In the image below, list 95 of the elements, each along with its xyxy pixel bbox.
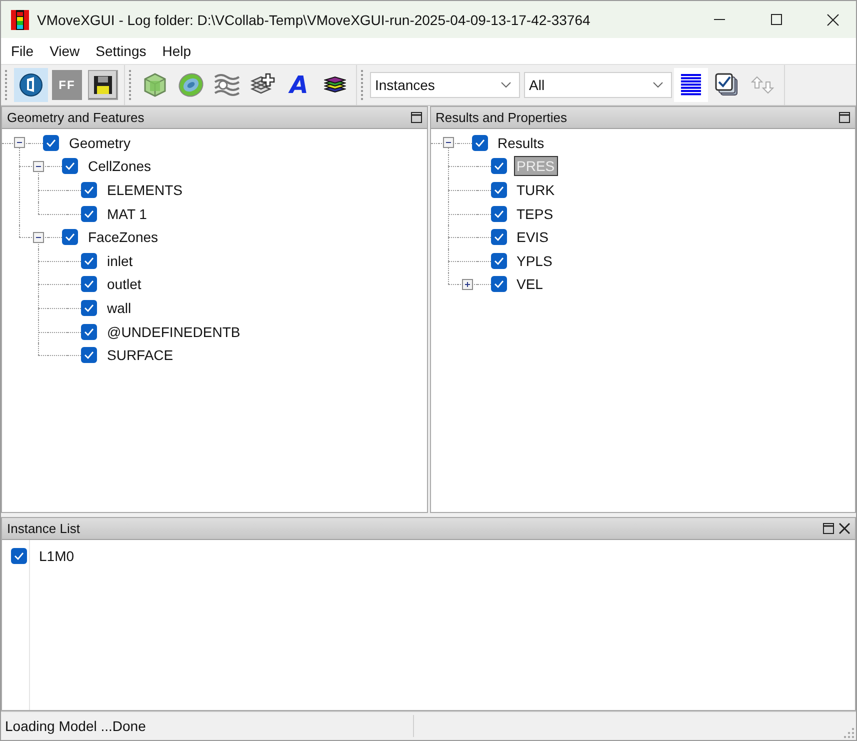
checkbox[interactable] — [490, 158, 506, 174]
dropdown[interactable]: Instances — [370, 72, 520, 98]
check-icon — [65, 233, 75, 242]
tree-item[interactable]: outlet — [104, 274, 144, 294]
tree-item[interactable]: EVIS — [514, 227, 552, 248]
window-title: VMoveXGUI - Log folder: D:\VCollab-Temp\VMoveXGUI-run-2025-04-09-13-17-42-33764 — [37, 12, 590, 28]
tree-item[interactable]: MAT 1 — [104, 204, 150, 224]
checkbox[interactable] — [81, 182, 97, 198]
check-icon — [84, 256, 94, 265]
dropdown[interactable]: All — [524, 72, 672, 98]
check-icon — [494, 233, 504, 242]
check-icon — [84, 304, 94, 312]
tree-item[interactable]: VEL — [514, 274, 546, 294]
restore-icon[interactable] — [839, 112, 850, 123]
check-icon — [65, 162, 75, 170]
lines-icon — [681, 74, 701, 96]
toolbar-button[interactable] — [14, 68, 48, 102]
toolbar-grip[interactable] — [129, 70, 132, 100]
checkbox[interactable] — [490, 206, 506, 222]
up-down-arrows-icon — [751, 76, 775, 94]
close-icon — [827, 14, 839, 26]
close-icon[interactable] — [839, 523, 850, 534]
app-icon — [11, 10, 29, 30]
expander-button[interactable] — [14, 137, 25, 148]
tree-item[interactable]: TEPS — [514, 204, 556, 224]
checkbox[interactable] — [11, 548, 27, 564]
panel-title: Results and Properties — [436, 110, 568, 125]
tree-item[interactable]: Geometry — [66, 132, 134, 153]
checkbox[interactable] — [81, 206, 97, 222]
checkbox[interactable] — [490, 252, 506, 269]
toolbar-button[interactable] — [674, 68, 708, 102]
tree-item[interactable]: inlet — [104, 250, 136, 271]
tree-item[interactable]: SURFACE — [104, 345, 176, 366]
restore-icon[interactable] — [410, 112, 422, 123]
checkbox[interactable] — [81, 347, 97, 364]
door-icon — [19, 73, 43, 97]
check-icon — [14, 552, 24, 560]
checkbox[interactable] — [472, 134, 488, 151]
checkbox[interactable] — [81, 276, 97, 292]
checkbox[interactable] — [490, 182, 506, 198]
resize-grip-icon[interactable] — [844, 728, 854, 738]
tree-item[interactable]: FaceZones — [85, 227, 162, 248]
check-icon — [494, 162, 504, 170]
checkbox[interactable] — [81, 252, 97, 269]
menu-item[interactable]: Help — [154, 43, 200, 59]
menu-item[interactable]: Settings — [88, 43, 154, 59]
layers-icon — [324, 76, 346, 94]
checkbox-stack-icon — [715, 73, 739, 97]
check-icon — [474, 138, 484, 147]
chevron-icon — [501, 82, 511, 88]
tree-item[interactable]: wall — [104, 298, 134, 318]
toolbar-grip[interactable] — [361, 70, 364, 100]
toolbar-grip[interactable] — [5, 70, 8, 100]
expander-button[interactable] — [462, 278, 472, 290]
restore-icon[interactable] — [823, 523, 834, 534]
check-icon — [494, 256, 504, 265]
status-message: Loading Model ...Done — [1, 715, 414, 737]
tree-item[interactable]: Results — [494, 132, 548, 153]
expander-button[interactable] — [442, 137, 454, 148]
list-item[interactable]: L1M0 — [39, 548, 74, 564]
toolbar-button[interactable]: A — [282, 68, 316, 102]
tree-item[interactable]: YPLS — [514, 250, 556, 271]
tree-item[interactable]: @UNDEFINEDENTB — [104, 322, 244, 342]
checkbox[interactable] — [490, 229, 506, 246]
check-icon — [84, 186, 94, 194]
panel-title: Geometry and Features — [7, 110, 144, 125]
disc-icon — [177, 71, 205, 99]
tree-item[interactable]: CellZones — [85, 156, 154, 176]
wave-lines-icon — [213, 73, 241, 97]
checkbox[interactable] — [81, 300, 97, 316]
checkbox[interactable] — [490, 276, 506, 292]
letter-icon: A — [290, 73, 308, 97]
tree-item[interactable]: TURK — [514, 180, 558, 200]
check-icon — [84, 351, 94, 360]
tree-item[interactable]: ELEMENTS — [104, 180, 186, 200]
expander-button[interactable] — [33, 160, 44, 172]
check-icon — [84, 328, 94, 336]
checkbox[interactable] — [43, 134, 59, 151]
panel-title: Instance List — [7, 521, 80, 536]
check-icon — [84, 210, 94, 218]
expander-button[interactable] — [33, 232, 44, 243]
checkbox[interactable] — [81, 324, 97, 340]
save-icon — [93, 75, 113, 95]
maximize-icon — [770, 14, 782, 25]
check-icon — [494, 210, 504, 218]
check-icon — [494, 280, 504, 288]
menu-item[interactable]: File — [3, 43, 42, 59]
toolbar-button[interactable] — [88, 70, 118, 100]
checkbox[interactable] — [62, 158, 78, 174]
menu-item[interactable]: View — [42, 43, 88, 59]
check-icon — [46, 138, 56, 147]
check-icon — [84, 280, 94, 288]
check-icon — [494, 186, 504, 194]
checkbox[interactable] — [62, 229, 78, 246]
chevron-icon — [653, 82, 663, 88]
